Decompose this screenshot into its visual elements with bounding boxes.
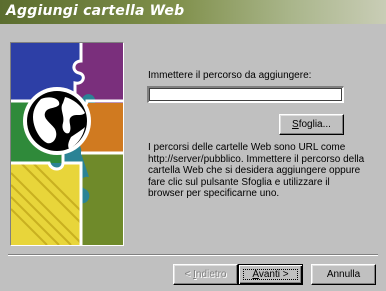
browse-button[interactable]: Sfoglia... xyxy=(279,114,344,135)
web-folder-path-input[interactable] xyxy=(147,86,344,103)
add-web-folder-dialog: Aggiungi cartella Web Immettere il perco… xyxy=(0,0,386,291)
next-button[interactable]: Avanti > xyxy=(238,264,303,285)
title-bar[interactable]: Aggiungi cartella Web xyxy=(0,0,386,24)
wizard-illustration xyxy=(10,42,124,246)
browse-label: foglia... xyxy=(298,119,331,130)
browse-mnemonic: S xyxy=(292,119,299,130)
globe-puzzle-illustration-icon xyxy=(11,43,123,245)
focus-rect xyxy=(243,269,298,280)
dialog-title: Aggiungi cartella Web xyxy=(6,3,185,19)
back-label: ndietro xyxy=(195,269,227,280)
cancel-button[interactable]: Annulla xyxy=(311,264,376,285)
web-folder-description: I percorsi delle cartelle Web sono URL c… xyxy=(148,142,365,199)
path-prompt-label: Immettere il percorso da aggiungere: xyxy=(148,70,312,81)
back-prefix: < xyxy=(184,269,194,280)
back-button[interactable]: < Indietro xyxy=(173,264,238,285)
footer-separator xyxy=(8,254,378,256)
